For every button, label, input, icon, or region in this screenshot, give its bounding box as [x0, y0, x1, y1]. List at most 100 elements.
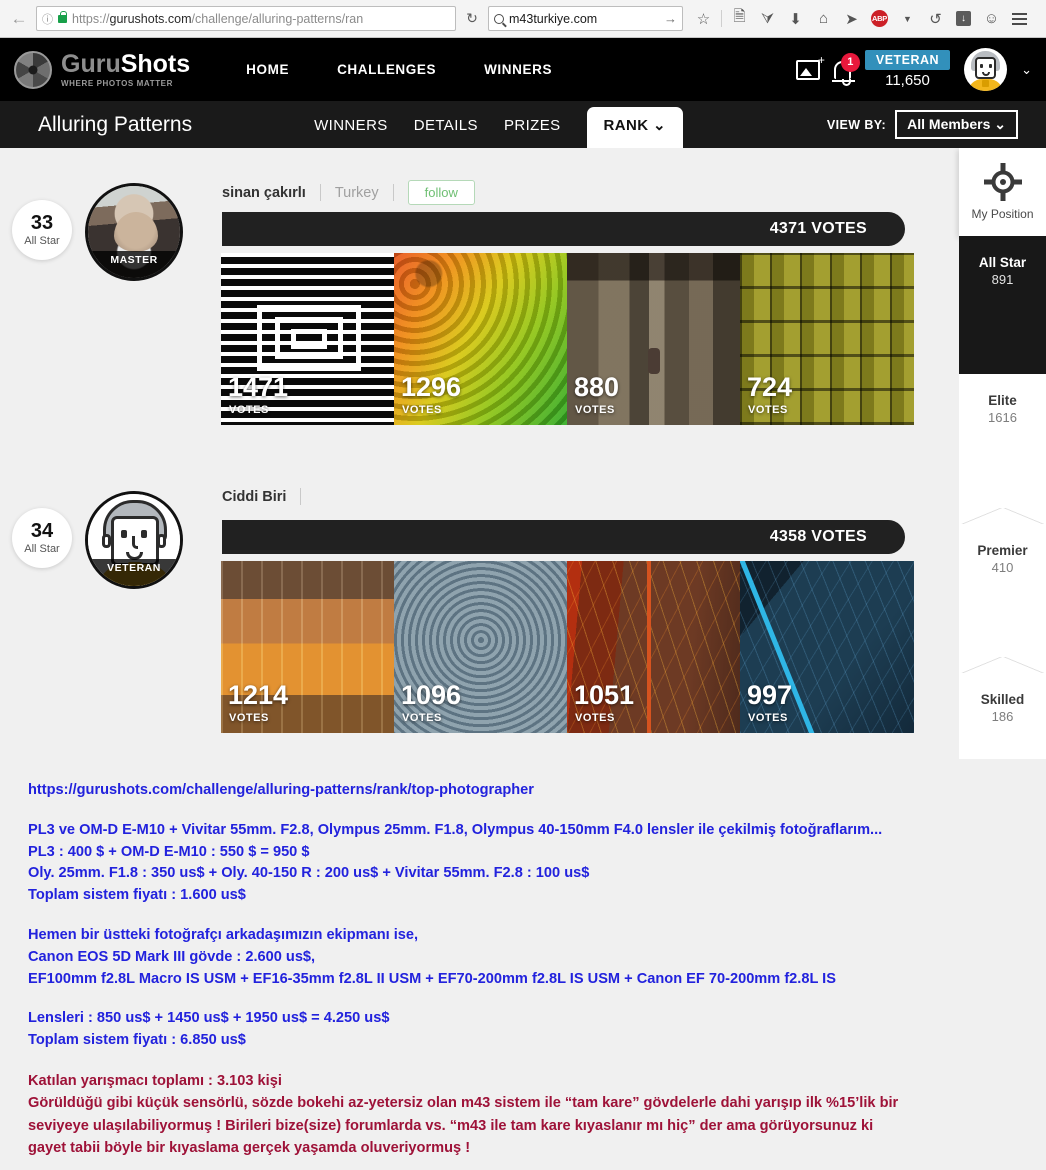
photo-votes-label: VOTES: [575, 404, 615, 416]
tier-count: 891: [991, 272, 1014, 287]
photo-thumbnail[interactable]: 1096 VOTES: [394, 561, 568, 733]
meta-divider: [300, 488, 302, 505]
tier-chevron-shape: [959, 507, 1046, 525]
rank-tier-label: All Star: [24, 543, 60, 555]
tier-chevron-shape: [959, 357, 1046, 375]
hamburger-menu-icon[interactable]: [1007, 6, 1032, 32]
tab-rank[interactable]: RANK ⌄: [586, 107, 683, 148]
user-avatar-icon[interactable]: [964, 48, 1008, 91]
tier-name: Skilled: [980, 692, 1025, 707]
pocket-icon[interactable]: ➤: [839, 6, 864, 32]
search-input-value[interactable]: m43turkiye.com: [509, 12, 659, 26]
lock-icon: [58, 10, 67, 23]
rank-badge: 33 All Star: [12, 200, 72, 260]
sidebar-tier-skilled[interactable]: Skilled 186: [959, 673, 1046, 759]
photo-votes: 724: [747, 372, 793, 402]
meta-divider: [319, 184, 321, 201]
target-crosshair-icon: [983, 163, 1022, 201]
adblock-label: ABP: [871, 10, 888, 27]
photo-thumbnail[interactable]: 1214 VOTES: [221, 561, 395, 733]
account-chevron-down-icon[interactable]: ⌄: [1021, 62, 1032, 78]
notification-bell-icon[interactable]: 1: [831, 52, 860, 86]
rank-number: 33: [30, 212, 54, 234]
user-meta: Ciddi Biri: [222, 488, 315, 505]
total-votes-bar: 4371 VOTES: [222, 212, 905, 246]
view-by-select[interactable]: All Members ⌄: [895, 110, 1018, 139]
photo-thumbnail[interactable]: 880 VOTES: [567, 253, 741, 425]
chevron-down-icon[interactable]: ▼: [895, 6, 920, 32]
downloads-icon[interactable]: ↓: [951, 6, 976, 32]
note-line-red: seviyeye ulaşılabiliyormuş ! Birileri bi…: [28, 1117, 874, 1134]
photo-thumbnail[interactable]: 1051 VOTES: [567, 561, 741, 733]
photo-thumbnail[interactable]: 1296 VOTES: [394, 253, 568, 425]
brand-tagline: WHERE PHOTOS MATTER: [61, 78, 173, 88]
tier-count: 186: [991, 709, 1014, 724]
search-bar[interactable]: m43turkiye.com →: [488, 6, 683, 31]
adblock-icon[interactable]: ABP: [867, 6, 892, 32]
star-icon[interactable]: ☆: [691, 6, 716, 32]
tier-chevron-shape: [959, 656, 1046, 674]
tier-count: 410: [991, 560, 1014, 575]
tier-name: Elite: [988, 393, 1017, 408]
photo-votes-label: VOTES: [748, 404, 788, 416]
url-text: https://gurushots.com/challenge/alluring…: [72, 11, 364, 26]
tab-details[interactable]: DETAILS: [414, 117, 478, 148]
username[interactable]: sinan çakırlı: [222, 185, 306, 201]
photo-grid: 1214 VOTES 1096 VOTES 1051 VOTES 997 VOT…: [221, 561, 914, 733]
user-country: Turkey: [334, 184, 379, 201]
info-icon[interactable]: ⓘ: [42, 11, 53, 27]
username[interactable]: Ciddi Biri: [222, 489, 286, 505]
tab-winners[interactable]: WINNERS: [314, 117, 388, 148]
reader-icon[interactable]: 🗎: [727, 6, 752, 32]
note-link[interactable]: https://gurushots.com/challenge/alluring…: [28, 780, 1018, 802]
note-line: Hemen bir üstteki fotoğrafçı arkadaşımız…: [28, 926, 419, 943]
sidebar-tier-premier[interactable]: Premier 410: [959, 524, 1046, 674]
back-arrow-icon[interactable]: ←: [6, 6, 32, 32]
nav-item-home[interactable]: HOME: [246, 62, 289, 77]
tier-count: 1616: [988, 410, 1017, 425]
note-line: Toplam sistem fiyatı : 6.850 us$: [28, 1032, 246, 1049]
add-photo-icon[interactable]: [795, 53, 825, 80]
note-line-red: Görüldüğü gibi küçük sensörlü, sözde bok…: [28, 1095, 899, 1112]
my-position-button[interactable]: My Position: [959, 148, 1046, 236]
reload-button[interactable]: ↻: [460, 10, 484, 27]
photo-votes: 1471: [228, 372, 289, 402]
rank-tier-label: All Star: [24, 235, 60, 247]
note-line: PL3 : 400 $ + OM-D E-M10 : 550 $ = 950 $: [28, 843, 310, 860]
avatar[interactable]: MASTER: [85, 183, 183, 281]
search-go-icon[interactable]: →: [664, 11, 677, 26]
site-logo[interactable]: GuruShots WHERE PHOTOS MATTER: [14, 49, 191, 89]
tier-sidebar: My Position All Star 891 Elite 1616 Prem…: [959, 148, 1046, 759]
photo-votes: 880: [574, 372, 620, 402]
tier-name: All Star: [978, 255, 1027, 270]
photo-votes: 1296: [401, 372, 462, 402]
photo-votes-label: VOTES: [748, 712, 788, 724]
my-position-label: My Position: [971, 207, 1034, 221]
brand-second: Shots: [120, 49, 191, 78]
smiley-icon[interactable]: ☺: [979, 6, 1004, 32]
follow-button[interactable]: follow: [407, 180, 475, 205]
user-meta: sinan çakırlı Turkey follow: [222, 180, 475, 205]
url-bar[interactable]: ⓘ https://gurushots.com/challenge/alluri…: [36, 6, 456, 31]
photo-votes-label: VOTES: [402, 404, 442, 416]
sidebar-tier-all-star[interactable]: All Star 891: [959, 236, 1046, 375]
sidebar-tier-elite[interactable]: Elite 1616: [959, 374, 1046, 525]
shield-icon[interactable]: ⮛: [755, 6, 780, 32]
photo-thumbnail[interactable]: 724 VOTES: [740, 253, 914, 425]
home-icon[interactable]: ⌂: [811, 6, 836, 32]
page-title: Alluring Patterns: [38, 112, 193, 136]
site-header: GuruShots WHERE PHOTOS MATTER HOME CHALL…: [0, 38, 1046, 101]
avatar[interactable]: VETERAN: [85, 491, 183, 589]
tier-name: Premier: [977, 543, 1028, 558]
nav-item-challenges[interactable]: CHALLENGES: [337, 62, 436, 77]
nav-item-winners[interactable]: WINNERS: [484, 62, 552, 77]
photo-thumbnail[interactable]: 1471 VOTES: [221, 253, 395, 425]
user-rank-block[interactable]: VETERAN 11,650: [864, 50, 951, 89]
tab-prizes[interactable]: PRIZES: [504, 117, 561, 148]
photo-thumbnail[interactable]: 997 VOTES: [740, 561, 914, 733]
download-icon[interactable]: ⬇: [783, 6, 808, 32]
history-icon[interactable]: ↺: [923, 6, 948, 32]
note-line-red: Katılan yarışmacı toplamı : 3.103 kişi: [28, 1072, 282, 1089]
note-line: Toplam sistem fiyatı : 1.600 us$: [28, 887, 246, 904]
photo-votes-label: VOTES: [402, 712, 442, 724]
